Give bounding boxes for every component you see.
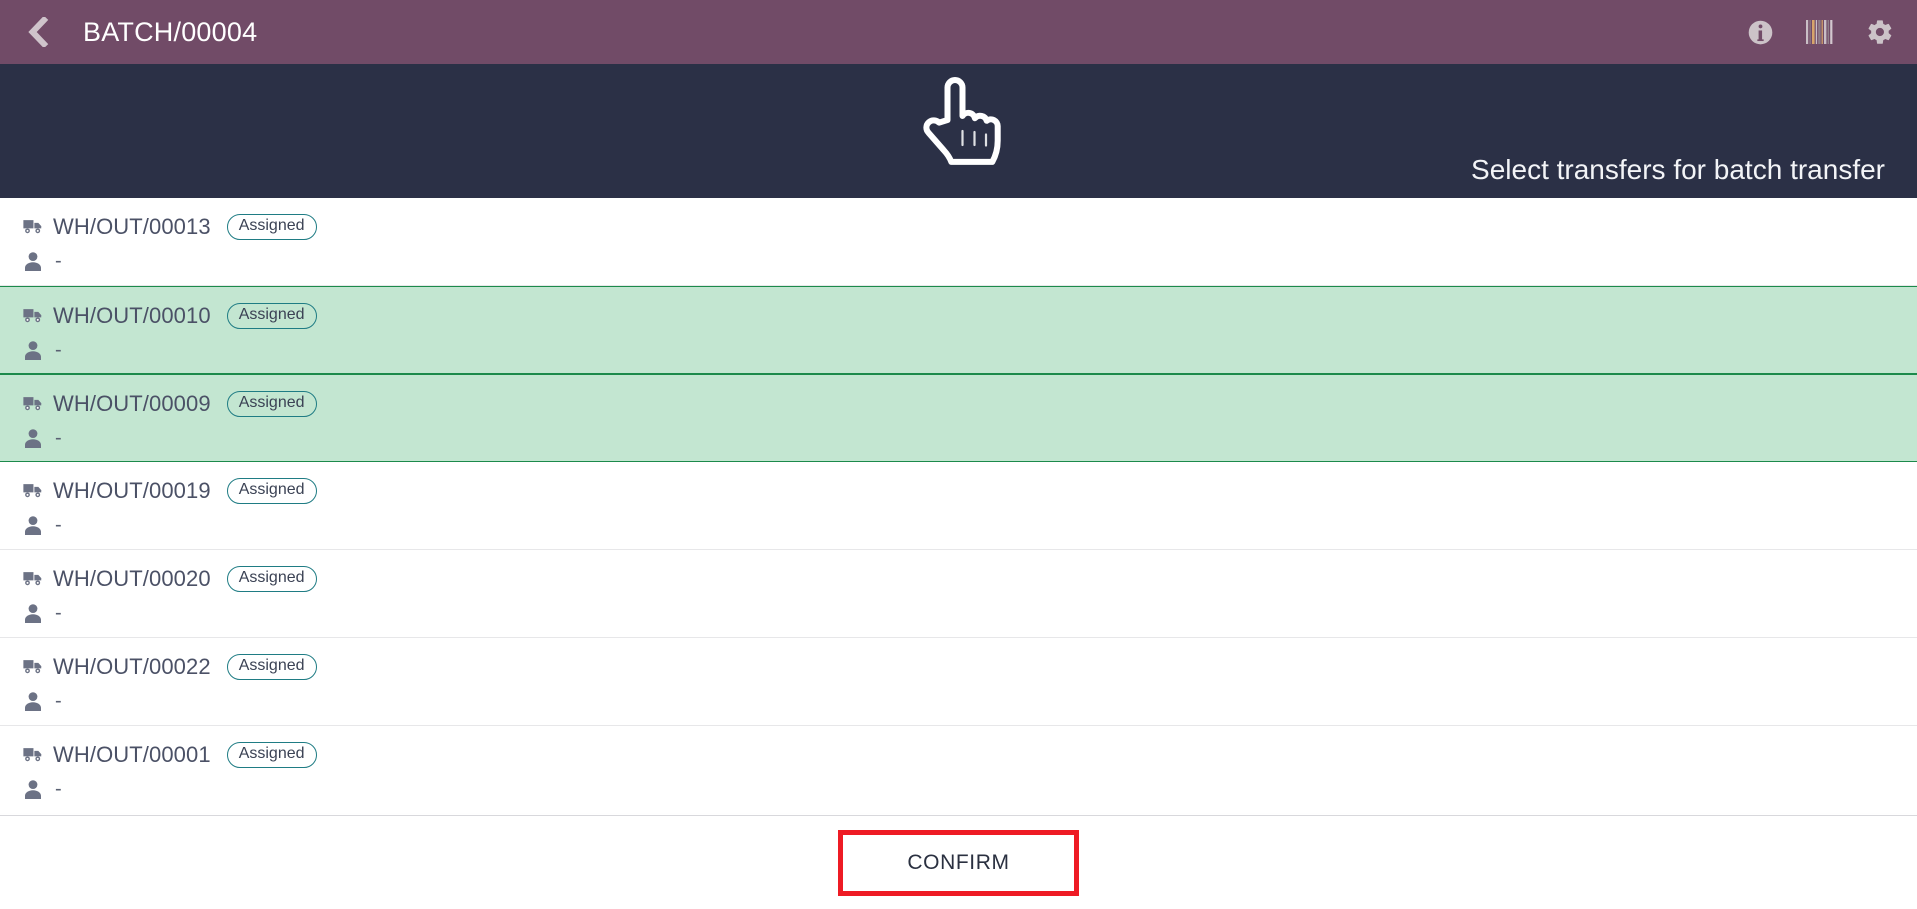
- responsible-person: -: [55, 601, 62, 624]
- row-person-line: -: [22, 246, 1917, 276]
- batch-transfer-screen: BATCH/00004 Select transfers for batch t…: [0, 0, 1917, 909]
- responsible-person: -: [55, 249, 62, 272]
- table-row[interactable]: WH/OUT/00009 Assigned -: [0, 374, 1917, 462]
- row-reference-line: WH/OUT/00013 Assigned: [22, 212, 1917, 242]
- barcode-button[interactable]: [1805, 17, 1835, 47]
- row-reference-line: WH/OUT/00019 Assigned: [22, 476, 1917, 506]
- row-person-line: -: [22, 686, 1917, 716]
- person-icon: [22, 250, 44, 272]
- row-person-line: -: [22, 335, 1917, 365]
- banner-instruction-text: Select transfers for batch transfer: [1471, 154, 1885, 185]
- instruction-banner: Select transfers for batch transfer: [0, 64, 1917, 198]
- transfer-reference: WH/OUT/00010: [53, 303, 211, 328]
- status-badge: Assigned: [226, 654, 317, 680]
- table-row[interactable]: WH/OUT/00001 Assigned -: [0, 726, 1917, 814]
- truck-icon: [22, 744, 44, 766]
- confirm-button[interactable]: CONFIRM: [843, 834, 1074, 891]
- pointing-hand-icon: [916, 74, 1002, 170]
- person-icon: [22, 602, 44, 624]
- responsible-person: -: [55, 426, 62, 449]
- chevron-left-icon: [24, 17, 50, 47]
- status-badge: Assigned: [226, 742, 317, 768]
- person-icon: [22, 690, 44, 712]
- row-reference-line: WH/OUT/00020 Assigned: [22, 564, 1917, 594]
- responsible-person: -: [55, 777, 62, 800]
- status-badge: Assigned: [226, 214, 317, 240]
- confirm-highlight-box: CONFIRM: [838, 829, 1079, 896]
- truck-icon: [22, 656, 44, 678]
- truck-icon: [22, 216, 44, 238]
- footer-bar: CONFIRM: [0, 815, 1917, 909]
- truck-icon: [22, 305, 44, 327]
- person-icon: [22, 427, 44, 449]
- transfer-reference: WH/OUT/00001: [53, 742, 211, 767]
- row-person-line: -: [22, 423, 1917, 453]
- responsible-person: -: [55, 689, 62, 712]
- person-icon: [22, 778, 44, 800]
- transfers-list[interactable]: WH/OUT/00013 Assigned - WH/OUT/00010 Assigne…: [0, 198, 1917, 815]
- back-button[interactable]: [14, 9, 60, 55]
- row-reference-line: WH/OUT/00022 Assigned: [22, 652, 1917, 682]
- row-person-line: -: [22, 774, 1917, 804]
- row-reference-line: WH/OUT/00010 Assigned: [22, 301, 1917, 331]
- app-bar: BATCH/00004: [0, 0, 1917, 64]
- table-row[interactable]: WH/OUT/00010 Assigned -: [0, 286, 1917, 374]
- table-row[interactable]: WH/OUT/00019 Assigned -: [0, 462, 1917, 550]
- truck-icon: [22, 393, 44, 415]
- transfers-list-container: WH/OUT/00013 Assigned - WH/OUT/00010 Assigne…: [0, 198, 1917, 815]
- transfer-reference: WH/OUT/00022: [53, 654, 211, 679]
- truck-icon: [22, 480, 44, 502]
- row-reference-line: WH/OUT/00009 Assigned: [22, 389, 1917, 419]
- responsible-person: -: [55, 513, 62, 536]
- appbar-actions: [1745, 17, 1895, 47]
- row-reference-line: WH/OUT/00001 Assigned: [22, 740, 1917, 770]
- person-icon: [22, 514, 44, 536]
- table-row[interactable]: WH/OUT/00020 Assigned -: [0, 550, 1917, 638]
- barcode-icon: [1805, 18, 1835, 46]
- settings-button[interactable]: [1865, 17, 1895, 47]
- transfer-reference: WH/OUT/00013: [53, 214, 211, 239]
- status-badge: Assigned: [226, 478, 317, 504]
- row-person-line: -: [22, 598, 1917, 628]
- info-icon: [1747, 19, 1774, 46]
- status-badge: Assigned: [226, 566, 317, 592]
- status-badge: Assigned: [226, 303, 317, 329]
- table-row[interactable]: WH/OUT/00013 Assigned -: [0, 198, 1917, 286]
- gear-icon: [1866, 18, 1894, 46]
- info-button[interactable]: [1745, 17, 1775, 47]
- table-row[interactable]: WH/OUT/00022 Assigned -: [0, 638, 1917, 726]
- transfer-reference: WH/OUT/00009: [53, 391, 211, 416]
- row-person-line: -: [22, 510, 1917, 540]
- transfer-reference: WH/OUT/00019: [53, 478, 211, 503]
- truck-icon: [22, 568, 44, 590]
- page-title: BATCH/00004: [83, 16, 258, 47]
- transfer-reference: WH/OUT/00020: [53, 566, 211, 591]
- status-badge: Assigned: [226, 391, 317, 417]
- responsible-person: -: [55, 338, 62, 361]
- person-icon: [22, 339, 44, 361]
